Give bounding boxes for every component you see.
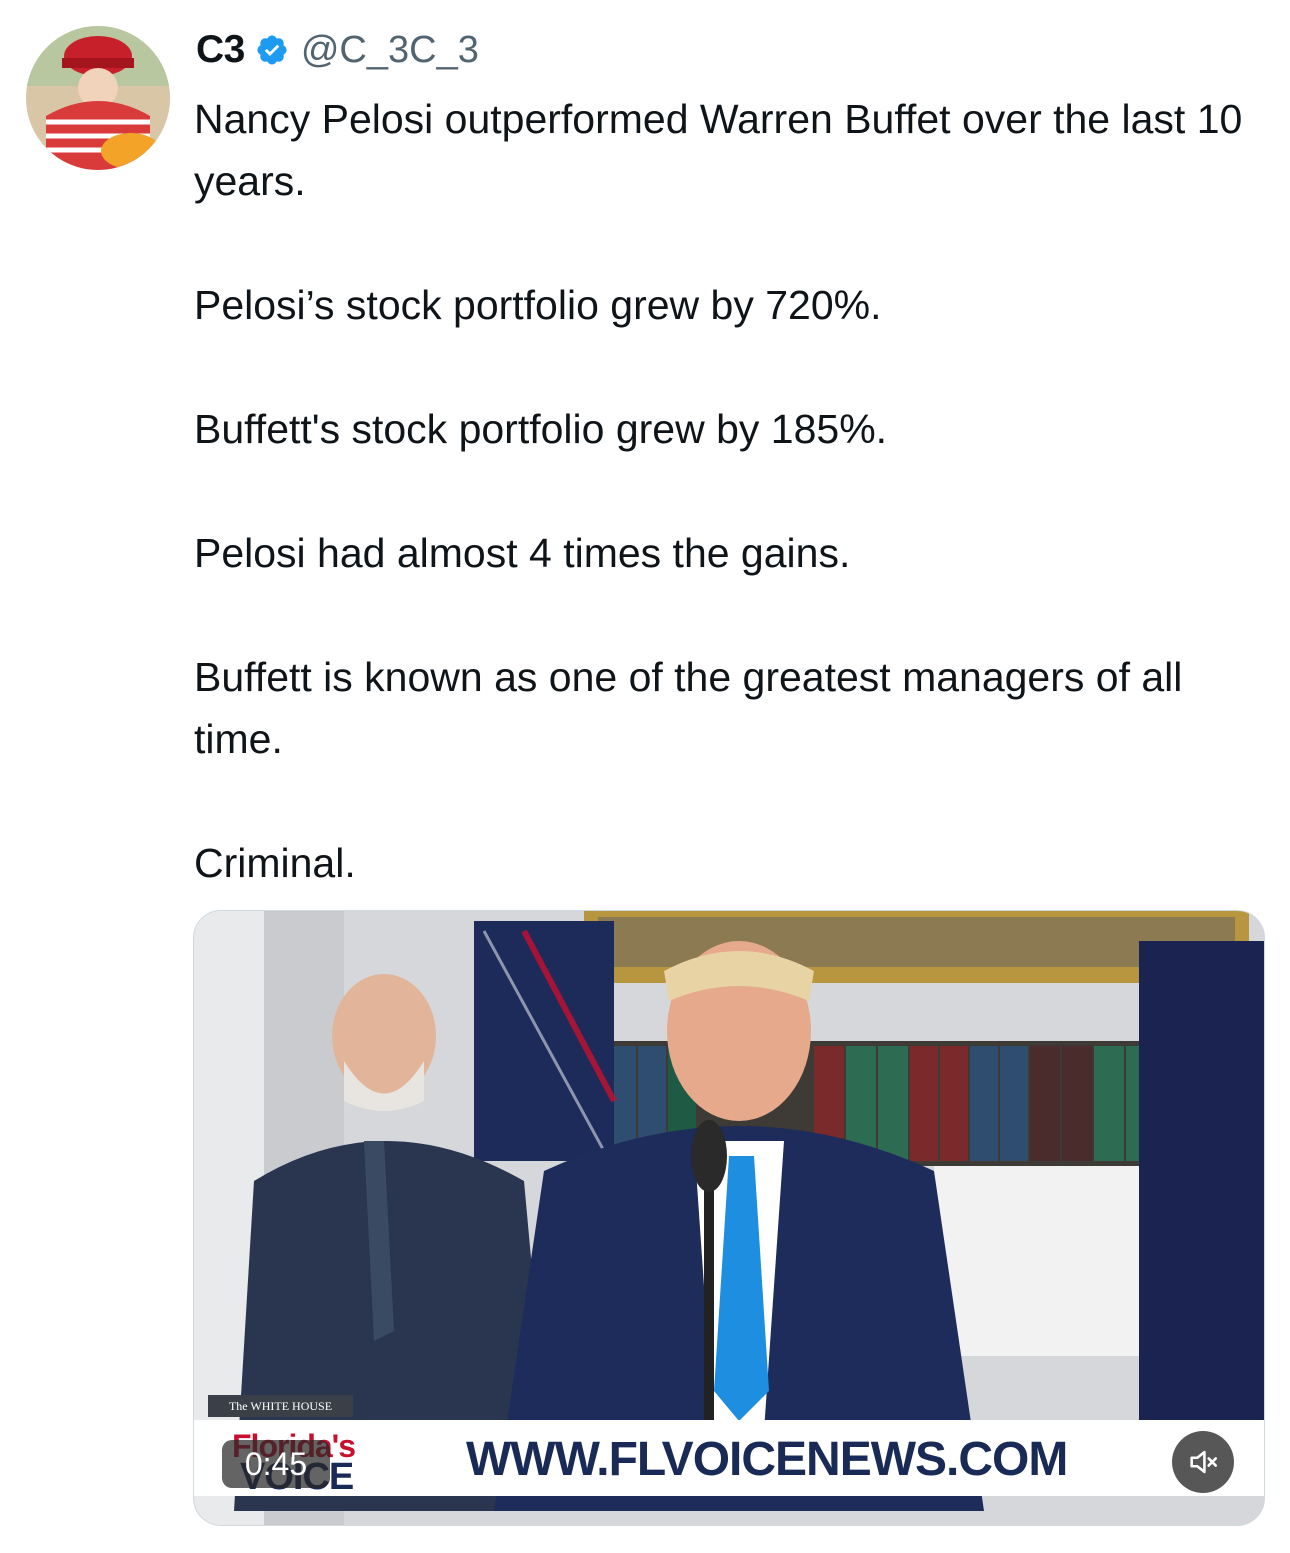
speaker-muted-icon bbox=[1190, 1450, 1218, 1474]
tweet-paragraph: Pelosi had almost 4 times the gains. bbox=[194, 530, 851, 576]
mute-button[interactable] bbox=[1172, 1431, 1234, 1493]
verified-badge-icon bbox=[257, 35, 287, 65]
white-house-badge: The WHITE HOUSE bbox=[208, 1395, 353, 1417]
tweet-paragraph: Criminal. bbox=[194, 840, 356, 886]
tweet-paragraph: Pelosi’s stock portfolio grew by 720%. bbox=[194, 282, 882, 328]
tweet-text: Nancy Pelosi outperformed Warren Buffet … bbox=[194, 88, 1264, 956]
website-url: WWW.FLVOICENEWS.COM bbox=[466, 1433, 1068, 1486]
avatar[interactable] bbox=[26, 26, 170, 170]
avatar-image bbox=[26, 26, 170, 170]
tweet-header: C3 @C_3C_3 bbox=[196, 28, 479, 72]
news-banner: Florida's VOICE WWW.FLVOICENEWS.COM bbox=[194, 1420, 1264, 1498]
tweet-paragraph: Buffett's stock portfolio grew by 185%. bbox=[194, 406, 888, 452]
video-player[interactable]: The WHITE HOUSE Florida's VOICE WWW.FLVO… bbox=[193, 910, 1265, 1526]
tweet-paragraph: Buffett is known as one of the greatest … bbox=[194, 654, 1183, 762]
display-name[interactable]: C3 bbox=[196, 28, 245, 72]
tweet-paragraph: Nancy Pelosi outperformed Warren Buffet … bbox=[194, 96, 1243, 204]
video-timestamp: 0:45 bbox=[222, 1440, 330, 1488]
handle[interactable]: @C_3C_3 bbox=[301, 29, 479, 72]
